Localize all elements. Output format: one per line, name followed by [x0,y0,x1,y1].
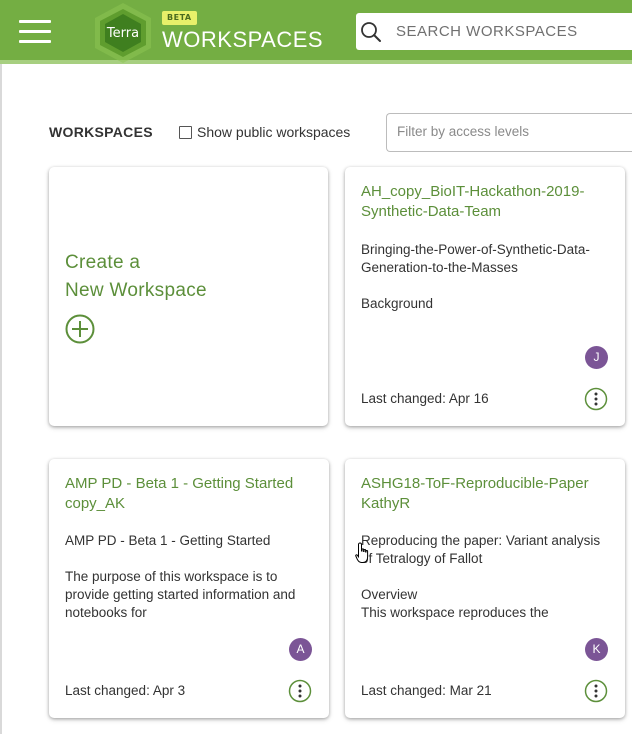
more-options-icon[interactable] [288,679,312,703]
workspace-title[interactable]: ASHG18-ToF-Reproducible-Paper KathyR [361,474,611,514]
workspace-card[interactable]: AH_copy_BioIT-Hackathon-2019-Synthetic-D… [345,167,625,426]
workspace-card[interactable]: AMP PD - Beta 1 - Getting Started copy_A… [49,459,329,718]
show-public-label[interactable]: Show public workspaces [197,124,350,140]
search-icon [361,22,381,42]
terra-logo[interactable]: Terra [90,2,156,64]
top-bar: Terra BETA WORKSPACES [0,0,632,64]
workspace-subtitle: Bringing-the-Power-of-Synthetic-Data-Gen… [361,242,590,275]
workspace-description: Overview This workspace reproduces the [361,587,549,620]
workspace-title[interactable]: AMP PD - Beta 1 - Getting Started copy_A… [65,474,315,514]
workspace-subtitle: Reproducing the paper: Variant analysis … [361,533,601,566]
create-workspace-card[interactable]: Create a New Workspace [49,167,328,426]
workspaces-heading: WORKSPACES [49,124,153,140]
workspace-title[interactable]: AH_copy_BioIT-Hackathon-2019-Synthetic-D… [361,182,611,222]
left-border [0,64,2,734]
create-line-2: New Workspace [65,280,207,301]
more-options-icon[interactable] [584,387,608,411]
workspace-subtitle: AMP PD - Beta 1 - Getting Started [65,533,271,548]
search-input[interactable] [396,13,626,50]
beta-badge: BETA [162,11,197,25]
more-options-icon[interactable] [584,679,608,703]
plus-circle-icon [65,314,95,344]
workspace-card[interactable]: ASHG18-ToF-Reproducible-Paper KathyR Rep… [345,459,625,718]
avatar: K [585,638,608,661]
avatar: A [289,638,312,661]
workspace-description: The purpose of this workspace is to prov… [65,569,296,620]
logo-text: Terra [106,26,140,41]
app-title[interactable]: WORKSPACES [162,27,323,53]
last-changed: Last changed: Mar 21 [361,683,492,698]
workspace-description: Background [361,296,434,311]
show-public-checkbox[interactable] [179,126,192,139]
access-level-filter[interactable]: Filter by access levels [386,113,632,152]
avatar: J [585,346,608,369]
hamburger-menu-icon[interactable] [19,20,51,44]
last-changed: Last changed: Apr 3 [65,683,186,698]
search-box[interactable] [356,13,632,50]
last-changed: Last changed: Apr 16 [361,391,489,406]
filter-placeholder: Filter by access levels [397,124,530,139]
hand-cursor-icon [355,542,369,563]
create-line-1: Create a [65,252,141,273]
